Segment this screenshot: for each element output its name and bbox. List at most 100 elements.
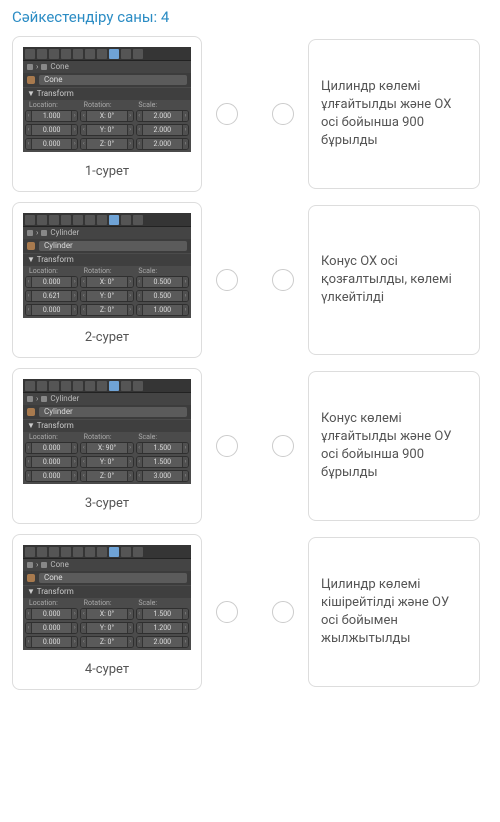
right-card[interactable]: Цилиндр көлемі кішірейтілді және ОУ осі …: [308, 537, 480, 687]
loc-field[interactable]: ‹0.000›: [25, 456, 78, 468]
tab-icon: [109, 215, 119, 225]
scale-field[interactable]: ‹0.500›: [136, 276, 189, 288]
match-row: › Cylinder Cylinder ▼ Transform Location…: [12, 202, 488, 358]
rot-field[interactable]: ‹Z: 0°›: [80, 636, 133, 648]
object-name-field[interactable]: Cylinder: [39, 241, 187, 251]
scene-icon: [27, 64, 33, 70]
breadcrumb: › Cone: [23, 559, 191, 571]
header-rotation: Rotation:: [80, 268, 135, 275]
loc-field[interactable]: ‹0.000›: [25, 124, 78, 136]
properties-panel: › Cone Cone ▼ Transform Location: Rotati…: [23, 545, 191, 650]
tab-icon: [73, 49, 83, 59]
right-card[interactable]: Конус көлемі ұлғайтылды және ОУ осі бойы…: [308, 371, 480, 521]
object-name-field[interactable]: Cone: [39, 573, 187, 583]
scale-field[interactable]: ‹2.000›: [136, 636, 189, 648]
left-connector[interactable]: [216, 601, 238, 623]
left-card[interactable]: › Cone Cone ▼ Transform Location: Rotati…: [12, 534, 202, 690]
object-name-field[interactable]: Cone: [39, 75, 187, 85]
loc-field[interactable]: ‹0.000›: [25, 622, 78, 634]
grid-headers: Location: Rotation: Scale:: [23, 598, 191, 608]
scale-field[interactable]: ‹1.000›: [136, 304, 189, 316]
scale-field[interactable]: ‹2.000›: [136, 124, 189, 136]
rot-field[interactable]: ‹X: 0°›: [80, 608, 133, 620]
rot-field[interactable]: ‹X: 90°›: [80, 442, 133, 454]
value-row: ‹0.000›‹X: 0°›‹1.500›: [23, 608, 191, 622]
tab-icon: [133, 547, 143, 557]
tab-icon: [97, 381, 107, 391]
scale-field[interactable]: ‹2.000›: [136, 110, 189, 122]
rot-field[interactable]: ‹Y: 0°›: [80, 290, 133, 302]
value-row: ‹0.000›‹Z: 0°›‹2.000›: [23, 636, 191, 650]
rot-field[interactable]: ‹Z: 0°›: [80, 470, 133, 482]
tab-icon: [121, 381, 131, 391]
object-icon: [41, 230, 47, 236]
value-row: ‹1.000›‹X: 0°›‹2.000›: [23, 110, 191, 124]
right-connector[interactable]: [272, 601, 294, 623]
right-card[interactable]: Конус ОХ осі қозғалтылды, көлемі үлкейті…: [308, 205, 480, 355]
loc-field[interactable]: ‹0.000›: [25, 636, 78, 648]
rot-field[interactable]: ‹X: 0°›: [80, 276, 133, 288]
left-connector[interactable]: [216, 103, 238, 125]
rot-field[interactable]: ‹Y: 0°›: [80, 456, 133, 468]
scale-field[interactable]: ‹1.500›: [136, 608, 189, 620]
panel-tabs: [23, 47, 191, 61]
rot-field[interactable]: ‹Z: 0°›: [80, 138, 133, 150]
header-scale: Scale:: [134, 268, 189, 275]
scale-field[interactable]: ‹3.000›: [136, 470, 189, 482]
left-card[interactable]: › Cylinder Cylinder ▼ Transform Location…: [12, 202, 202, 358]
scale-field[interactable]: ‹1.500›: [136, 442, 189, 454]
section-transform[interactable]: ▼ Transform: [23, 420, 191, 432]
value-row: ‹0.000›‹X: 90°›‹1.500›: [23, 442, 191, 456]
value-row: ‹0.000›‹Z: 0°›‹1.000›: [23, 304, 191, 318]
tab-icon: [61, 547, 71, 557]
loc-field[interactable]: ‹0.621›: [25, 290, 78, 302]
loc-field[interactable]: ‹1.000›: [25, 110, 78, 122]
rot-field[interactable]: ‹Z: 0°›: [80, 304, 133, 316]
tab-icon: [61, 381, 71, 391]
rot-field[interactable]: ‹X: 0°›: [80, 110, 133, 122]
section-transform[interactable]: ▼ Transform: [23, 254, 191, 266]
object-icon: [41, 562, 47, 568]
scale-field[interactable]: ‹2.000›: [136, 138, 189, 150]
right-card[interactable]: Цилиндр көлемі ұлғайтылды және ОХ осі бо…: [308, 39, 480, 189]
breadcrumb: › Cylinder: [23, 393, 191, 405]
loc-field[interactable]: ‹0.000›: [25, 442, 78, 454]
left-connector[interactable]: [216, 269, 238, 291]
loc-field[interactable]: ‹0.000›: [25, 138, 78, 150]
loc-field[interactable]: ‹0.000›: [25, 608, 78, 620]
tab-icon: [25, 381, 35, 391]
value-row: ‹0.000›‹Z: 0°›‹2.000›: [23, 138, 191, 152]
right-connector[interactable]: [272, 269, 294, 291]
loc-field[interactable]: ‹0.000›: [25, 276, 78, 288]
section-transform[interactable]: ▼ Transform: [23, 88, 191, 100]
rot-field[interactable]: ‹Y: 0°›: [80, 622, 133, 634]
tab-icon: [25, 215, 35, 225]
left-card[interactable]: › Cylinder Cylinder ▼ Transform Location…: [12, 368, 202, 524]
loc-field[interactable]: ‹0.000›: [25, 470, 78, 482]
rot-field[interactable]: ‹Y: 0°›: [80, 124, 133, 136]
tab-icon: [109, 49, 119, 59]
object-name-field[interactable]: Cylinder: [39, 407, 187, 417]
loc-field[interactable]: ‹0.000›: [25, 304, 78, 316]
left-card[interactable]: › Cone Cone ▼ Transform Location: Rotati…: [12, 36, 202, 192]
properties-panel: › Cylinder Cylinder ▼ Transform Location…: [23, 379, 191, 484]
panel-tabs: [23, 213, 191, 227]
scale-field[interactable]: ‹1.200›: [136, 622, 189, 634]
page-title: Сәйкестендіру саны: 4: [12, 8, 488, 26]
breadcrumb-sep: ›: [36, 395, 38, 403]
tab-icon: [97, 49, 107, 59]
section-transform[interactable]: ▼ Transform: [23, 586, 191, 598]
description-text: Конус көлемі ұлғайтылды және ОУ осі бойы…: [321, 410, 467, 483]
scale-field[interactable]: ‹0.500›: [136, 290, 189, 302]
breadcrumb-object: Cone: [50, 63, 68, 71]
mesh-icon: [27, 408, 35, 416]
properties-panel: › Cylinder Cylinder ▼ Transform Location…: [23, 213, 191, 318]
tab-icon: [49, 215, 59, 225]
scale-field[interactable]: ‹1.500›: [136, 456, 189, 468]
header-location: Location:: [25, 600, 80, 607]
value-row: ‹0.621›‹Y: 0°›‹0.500›: [23, 290, 191, 304]
left-connector[interactable]: [216, 435, 238, 457]
object-icon: [41, 396, 47, 402]
right-connector[interactable]: [272, 103, 294, 125]
right-connector[interactable]: [272, 435, 294, 457]
